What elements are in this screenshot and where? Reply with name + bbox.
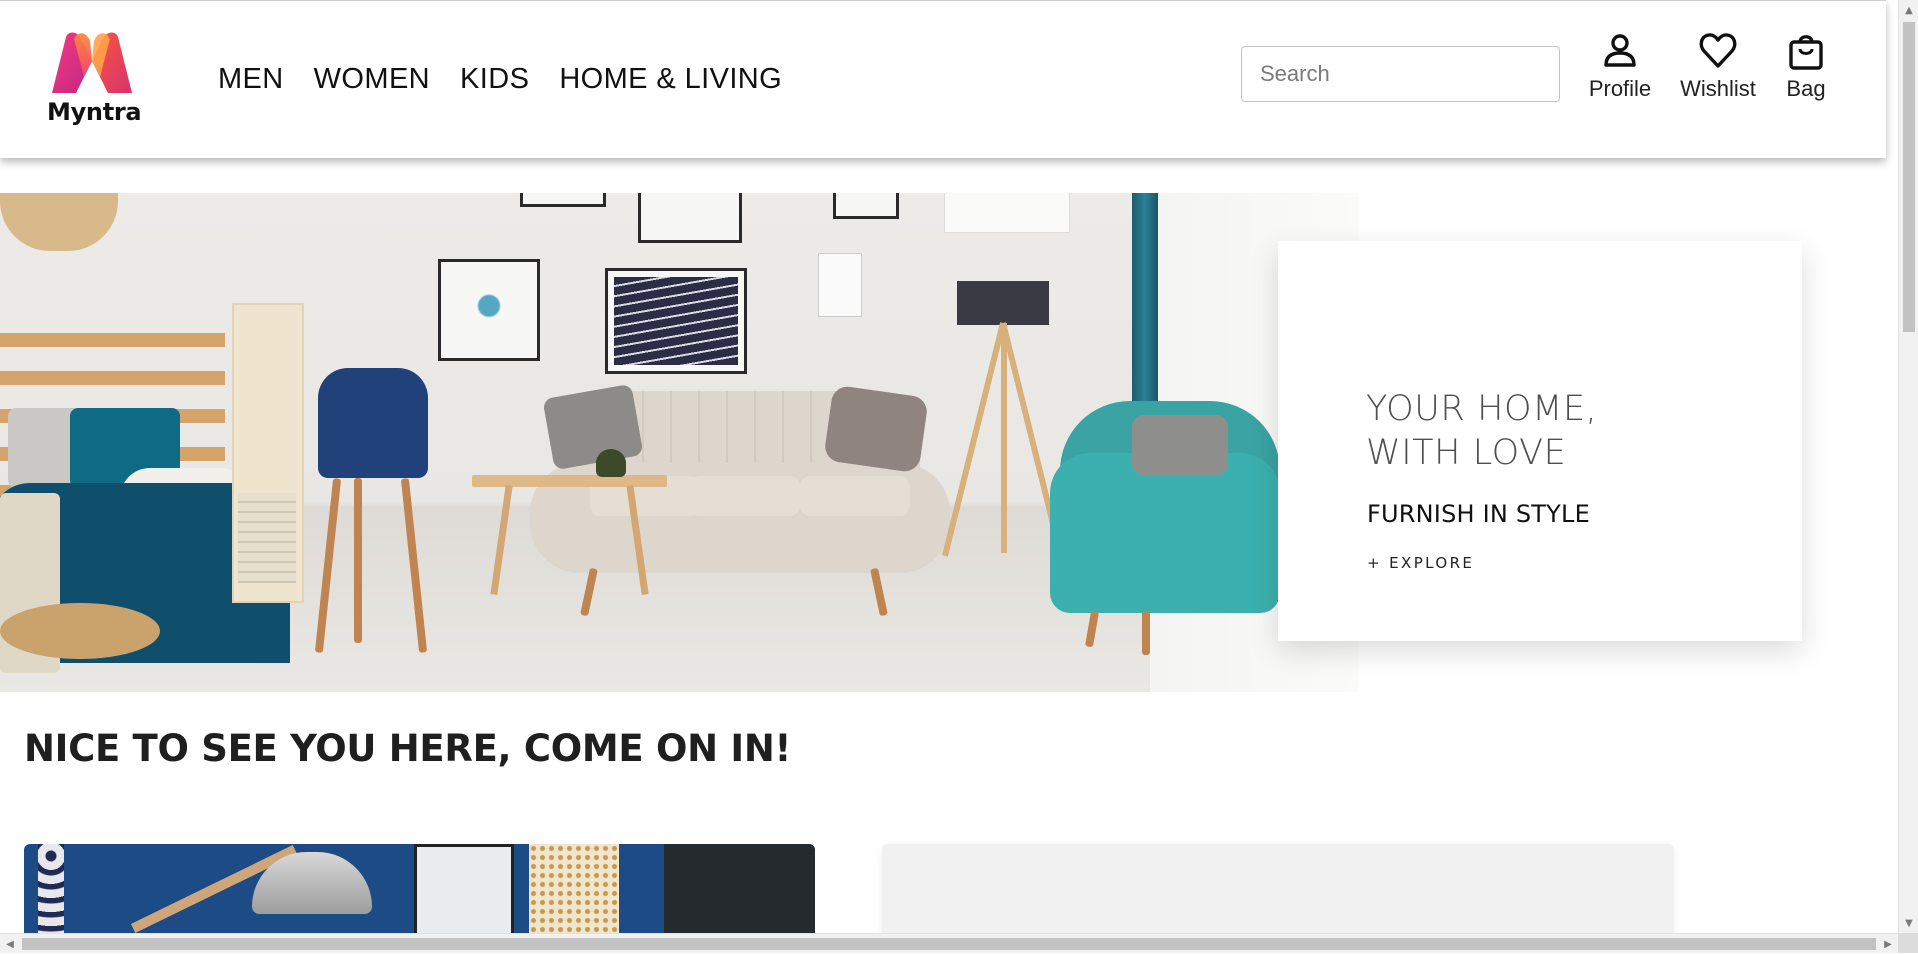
category-tile[interactable] bbox=[882, 844, 1674, 933]
armchair-leg bbox=[1084, 610, 1100, 648]
gold-dot-print bbox=[529, 844, 619, 933]
teapot bbox=[596, 449, 626, 477]
wishlist-label: Wishlist bbox=[1680, 76, 1756, 101]
heart-icon bbox=[1699, 33, 1737, 68]
hero-image-living-room[interactable] bbox=[0, 193, 1358, 692]
explore-link[interactable]: + EXPLORE bbox=[1367, 554, 1474, 572]
wall-frame bbox=[414, 844, 514, 933]
armchair-pillow bbox=[1132, 415, 1228, 475]
sofa-cushion bbox=[690, 476, 800, 516]
search-input[interactable] bbox=[1241, 46, 1560, 102]
wall-frame-flower bbox=[438, 259, 540, 361]
sofa-pillow-fur bbox=[823, 384, 929, 474]
wall-frame-top-left bbox=[520, 193, 606, 207]
armchair-leg bbox=[1142, 611, 1150, 655]
pendant-lamp bbox=[0, 193, 118, 251]
scroll-up-icon[interactable]: ▲ bbox=[1899, 0, 1918, 20]
horizontal-scrollbar[interactable]: ◀ ▶ bbox=[0, 933, 1898, 953]
nav-item-men[interactable]: MEN bbox=[218, 63, 284, 96]
coffee-table bbox=[472, 475, 667, 487]
sofa-cushion bbox=[800, 476, 910, 516]
promo-title: YOUR HOME, WITH LOVE bbox=[1366, 389, 1598, 473]
horizontal-scroll-thumb[interactable] bbox=[22, 938, 1876, 950]
scroll-right-icon[interactable]: ▶ bbox=[1878, 934, 1898, 954]
wishlist-button[interactable]: Wishlist bbox=[1678, 31, 1758, 102]
bar-stool-legs bbox=[314, 478, 428, 658]
scroll-left-icon[interactable]: ◀ bbox=[0, 934, 20, 954]
bag-button[interactable]: Bag bbox=[1785, 31, 1827, 102]
promo-subtitle: FURNISH IN STYLE bbox=[1367, 500, 1590, 528]
brand-logo[interactable]: Myntra bbox=[44, 31, 142, 131]
profile-button[interactable]: Profile bbox=[1587, 31, 1653, 102]
user-icon bbox=[1604, 34, 1636, 67]
wall-frame-small bbox=[818, 253, 862, 317]
sofa-pillow-grey bbox=[542, 383, 644, 471]
sofa-leg bbox=[580, 567, 598, 617]
myntra-logo-mark bbox=[52, 32, 132, 93]
nav-item-women[interactable]: WOMEN bbox=[314, 63, 430, 96]
bag-label: Bag bbox=[1786, 76, 1826, 101]
lamp-leg bbox=[1001, 323, 1007, 553]
wall-frame-right bbox=[944, 193, 1070, 233]
scroll-down-icon[interactable]: ▼ bbox=[1899, 913, 1918, 933]
shopping-bag-icon bbox=[1789, 35, 1823, 70]
patterned-wall bbox=[38, 844, 64, 933]
profile-label: Profile bbox=[1588, 76, 1652, 101]
dark-panel bbox=[664, 844, 815, 933]
main-nav: MEN WOMEN KIDS HOME & LIVING bbox=[218, 63, 782, 96]
table-leg bbox=[490, 485, 513, 595]
welcome-heading: NICE TO SEE YOU HERE, COME ON IN! bbox=[24, 727, 792, 770]
wall-frame-waves bbox=[605, 268, 747, 374]
wall-frame-top bbox=[638, 193, 742, 243]
category-tile[interactable] bbox=[24, 844, 815, 933]
brand-name: Myntra bbox=[47, 98, 142, 126]
woven-pouf bbox=[0, 603, 160, 659]
wall-frame-design bbox=[833, 193, 899, 219]
floor-lamp-shade bbox=[957, 281, 1049, 325]
lamp-leg bbox=[942, 322, 1006, 557]
nav-item-home-living[interactable]: HOME & LIVING bbox=[559, 63, 782, 96]
nav-item-kids[interactable]: KIDS bbox=[460, 63, 529, 96]
site-header: Myntra MEN WOMEN KIDS HOME & LIVING Prof… bbox=[0, 0, 1886, 158]
scrollbar-corner bbox=[1898, 933, 1918, 953]
promo-card: YOUR HOME, WITH LOVE FURNISH IN STYLE + … bbox=[1278, 241, 1802, 641]
sofa-leg bbox=[870, 567, 888, 617]
page-viewport: Myntra MEN WOMEN KIDS HOME & LIVING Prof… bbox=[0, 0, 1898, 933]
armchair-body bbox=[1050, 453, 1280, 613]
book-stack bbox=[238, 493, 296, 583]
bar-stool-seat bbox=[318, 368, 428, 478]
vertical-scroll-thumb[interactable] bbox=[1903, 22, 1915, 332]
vertical-scrollbar[interactable]: ▲ ▼ bbox=[1898, 0, 1918, 933]
